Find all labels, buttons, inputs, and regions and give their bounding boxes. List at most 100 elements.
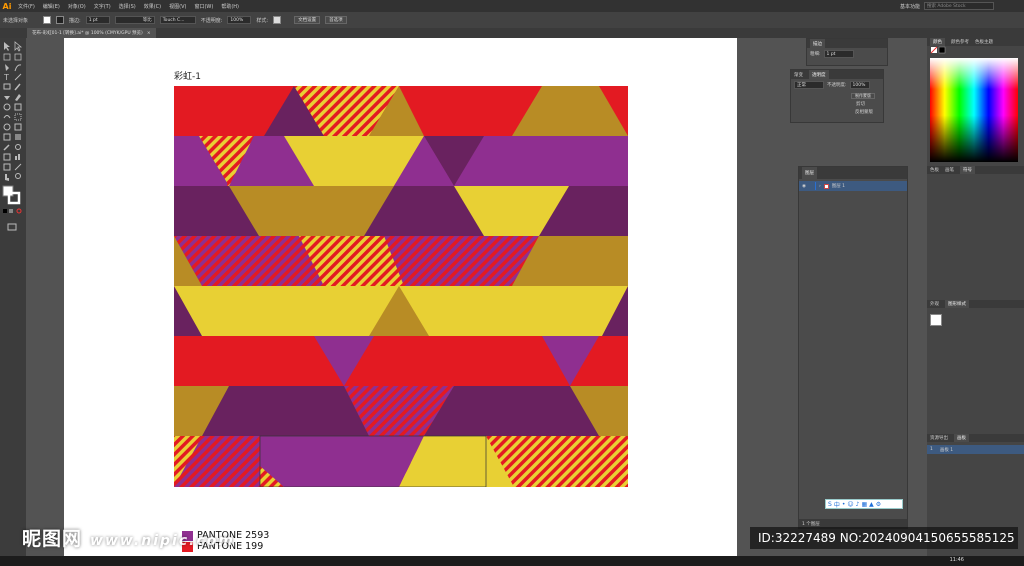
stroke-panel-header: 描边 xyxy=(807,39,887,48)
rainbow-pattern[interactable] xyxy=(174,86,628,487)
document-tab[interactable]: 花布-彩虹01-1 [转换].ai* @ 100% (CMYK/GPU 预览) … xyxy=(27,28,156,38)
tab-graphic-styles[interactable]: 图形样式 xyxy=(945,300,969,308)
ime-skin-icon[interactable]: ▲ xyxy=(869,501,874,508)
layer-row[interactable]: ◉ › 图层 1 xyxy=(799,181,907,191)
artboard-tool-icon xyxy=(3,163,11,171)
menu-edit[interactable]: 编辑(E) xyxy=(39,3,64,10)
control-bar: 未选择对象 描边: 1 pt 等比 Touch C... 不透明度: 100% … xyxy=(0,12,1024,28)
artboard-label: 彩虹-1 xyxy=(174,72,201,82)
document-setup-button[interactable]: 文档设置 xyxy=(294,16,321,24)
free-transform-tool-icon xyxy=(14,113,22,121)
artboard[interactable]: 彩虹-1 PANTONE 2593 PANTONE 199 xyxy=(64,38,737,556)
invert-mask-checkbox[interactable]: 反相蒙版 xyxy=(855,109,873,115)
none-mode-icon xyxy=(16,208,22,214)
hand-tool-icon xyxy=(5,174,9,181)
lasso-tool-icon xyxy=(14,53,22,61)
menu-help[interactable]: 帮助(H) xyxy=(217,3,243,10)
search-placeholder: 搜索 Adobe Stock xyxy=(927,4,966,9)
selection-tool-icon xyxy=(4,42,10,51)
tab-appearance[interactable]: 外观 xyxy=(930,301,939,307)
stroke-weight-field[interactable]: 1 pt xyxy=(823,50,854,58)
menu-select[interactable]: 选择(S) xyxy=(115,3,140,10)
stroke-weight-input[interactable]: 1 pt xyxy=(85,16,110,24)
mesh-tool-icon xyxy=(3,133,11,141)
tab-gradient[interactable]: 渐变 xyxy=(794,72,803,78)
opacity-input[interactable]: 100% xyxy=(227,16,252,24)
type-tool-icon: T xyxy=(3,73,9,82)
watermark-url: www.nipic.com xyxy=(90,533,235,549)
style-swatch[interactable] xyxy=(273,16,282,24)
make-mask-button[interactable]: 制作蒙版 xyxy=(851,93,875,99)
menu-object[interactable]: 对象(O) xyxy=(64,3,90,10)
stroke-panel-tab[interactable]: 描边 xyxy=(810,39,825,48)
watermark-id: ID:32227489 NO:20240904150655585125 xyxy=(758,531,1015,545)
stock-search-input[interactable]: 搜索 Adobe Stock xyxy=(924,2,994,10)
scale-tool-icon xyxy=(14,103,22,111)
tab-symbols[interactable]: 符号 xyxy=(960,166,975,174)
tab-brushes[interactable]: 画笔 xyxy=(945,167,954,173)
tab-color[interactable]: 颜色 xyxy=(930,38,945,46)
stroke-profile-select[interactable]: 等比 xyxy=(114,16,155,24)
opacity-label: 不透明度: xyxy=(200,17,223,24)
menu-type[interactable]: 文字(T) xyxy=(90,3,115,10)
opacity-field[interactable]: 100% xyxy=(849,81,870,89)
ime-punct-icon[interactable]: • xyxy=(842,501,846,508)
stroke-panel: 描边 粗细: 1 pt xyxy=(806,38,888,66)
ime-emoji-icon[interactable]: ☺ xyxy=(847,501,853,508)
preferences-button[interactable]: 首选项 xyxy=(325,16,347,24)
blend-tool-icon xyxy=(15,144,21,150)
menu-view[interactable]: 视图(V) xyxy=(165,3,190,10)
rectangle-tool-icon xyxy=(3,83,11,90)
tab-artboards[interactable]: 画板 xyxy=(954,434,969,442)
magic-wand-tool-icon xyxy=(3,53,11,61)
band-8-trapezoid-purple xyxy=(260,436,424,487)
tab-color-themes[interactable]: 色板主题 xyxy=(975,39,993,45)
menu-effect[interactable]: 效果(C) xyxy=(140,3,165,10)
ime-toolbar[interactable]: S 中 • ☺ ♪ ▦ ▲ ⚙ xyxy=(825,499,903,509)
chevron-right-icon[interactable]: › xyxy=(819,184,821,189)
blend-mode-select[interactable]: 正常 xyxy=(794,81,824,89)
line-tool-icon xyxy=(14,73,22,81)
color-fill-stroke-icon[interactable] xyxy=(930,46,950,56)
eye-icon[interactable]: ◉ xyxy=(802,184,806,189)
artboard-row[interactable]: 1 画板 1 xyxy=(927,445,1024,454)
taskbar: 11:46 xyxy=(0,556,1024,566)
perspective-grid-tool-icon xyxy=(14,123,22,131)
layer-name[interactable]: 图层 1 xyxy=(832,183,845,189)
menu-window[interactable]: 窗口(W) xyxy=(190,3,217,10)
column-graph-tool-icon xyxy=(15,156,17,160)
right-dock: 颜色 颜色参考 色板主题 色板 画笔 符号 外观 图形样式 资源导出 画板 1 … xyxy=(927,38,1024,556)
tab-transparency[interactable]: 透明度 xyxy=(809,70,829,79)
layers-tab[interactable]: 图层 xyxy=(802,167,817,179)
tab-color-guide[interactable]: 颜色参考 xyxy=(951,39,969,45)
close-icon[interactable]: × xyxy=(147,31,151,36)
color-spectrum[interactable] xyxy=(930,58,1018,162)
style-label: 样式: xyxy=(256,17,269,24)
selection-status: 未选择对象 xyxy=(3,17,29,24)
brush-select[interactable]: Touch C... xyxy=(159,16,196,24)
ime-lang-icon[interactable]: 中 xyxy=(834,500,840,509)
ime-mic-icon[interactable]: ♪ xyxy=(856,501,860,508)
eraser-tool-icon xyxy=(15,94,21,101)
tab-asset-export[interactable]: 资源导出 xyxy=(930,435,948,441)
ime-settings-icon[interactable]: ⚙ xyxy=(876,501,881,508)
workspace-switcher[interactable]: 基本功能 xyxy=(896,3,924,10)
ime-keyboard-icon[interactable]: ▦ xyxy=(861,501,867,508)
clip-checkbox[interactable]: 剪切 xyxy=(856,101,865,107)
stroke-swatch[interactable] xyxy=(56,16,65,24)
nipic-watermark: 昵图网 www.nipic.com xyxy=(22,524,235,551)
taskbar-clock: 11:46 xyxy=(949,557,964,563)
curvature-tool-icon xyxy=(14,64,22,72)
gradient-mode-icon xyxy=(9,209,13,213)
stroke-weight-label: 粗细: xyxy=(810,52,821,57)
fill-swatch[interactable] xyxy=(43,16,52,24)
zoom-tool-icon xyxy=(15,173,21,179)
tab-swatches[interactable]: 色板 xyxy=(930,167,939,173)
color-mode-icon xyxy=(3,209,7,213)
id-watermark: ID:32227489 NO:20240904150655585125 xyxy=(750,527,1018,549)
layer-thumbnail xyxy=(823,183,829,189)
menu-file[interactable]: 文件(F) xyxy=(14,3,39,10)
default-graphic-style[interactable] xyxy=(930,314,942,326)
document-tab-bar: 花布-彩虹01-1 [转换].ai* @ 100% (CMYK/GPU 预览) … xyxy=(0,28,1024,38)
pen-tool-icon xyxy=(5,64,9,71)
